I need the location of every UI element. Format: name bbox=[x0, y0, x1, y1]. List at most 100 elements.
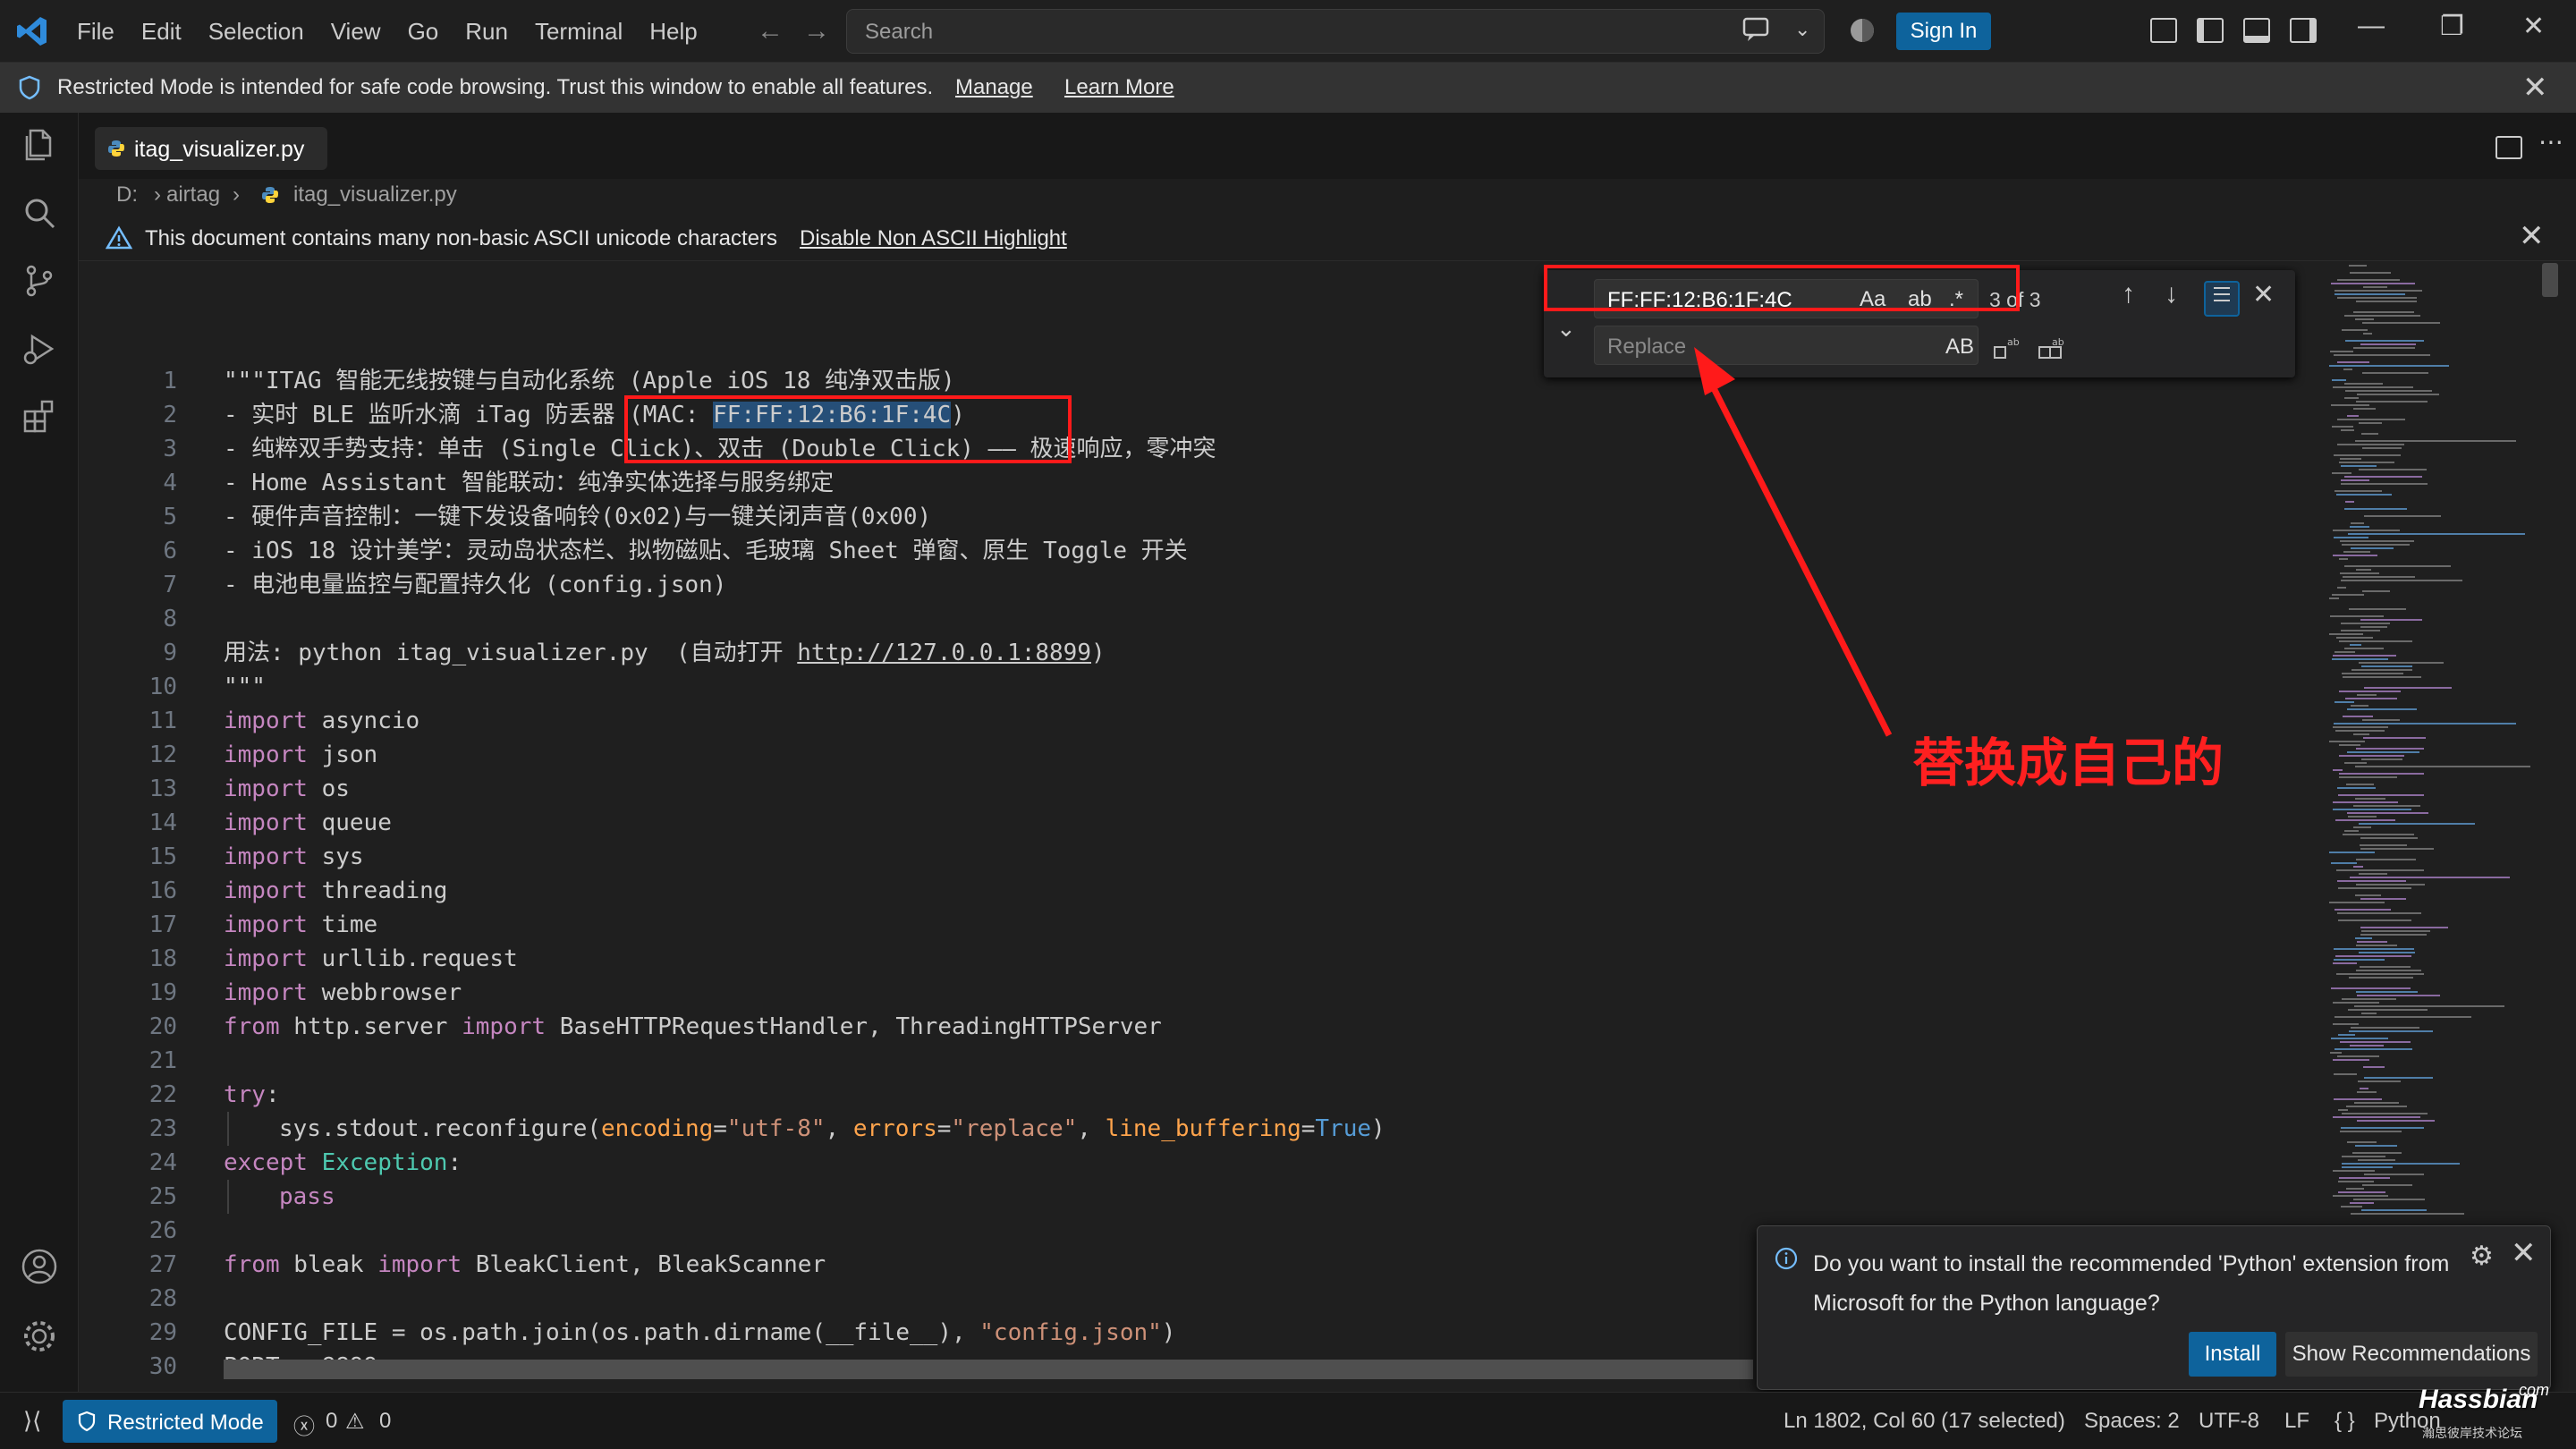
extension-recommendation-toast: Do you want to install the recommended '… bbox=[1757, 1225, 2551, 1390]
unicode-warning-message: This document contains many non-basic AS… bbox=[145, 226, 778, 250]
scrollbar-thumb[interactable] bbox=[2542, 263, 2558, 297]
search-icon[interactable] bbox=[20, 193, 59, 233]
shield-icon bbox=[78, 1411, 96, 1432]
chat-icon[interactable] bbox=[1742, 16, 1773, 43]
toggle-primary-sidebar-icon[interactable] bbox=[2197, 18, 2224, 43]
show-recommendations-button[interactable]: Show Recommendations bbox=[2285, 1332, 2538, 1377]
disable-ascii-highlight-link[interactable]: Disable Non ASCII Highlight bbox=[800, 226, 1067, 251]
extensions-icon[interactable] bbox=[20, 397, 59, 436]
back-arrow-icon[interactable]: ← bbox=[757, 16, 784, 47]
chevron-down-icon[interactable]: ⌄ bbox=[1794, 18, 1810, 41]
status-bar: ⟩⟨ Restricted Mode ⓧ 0 ⚠ 0 Ln 1802, Col … bbox=[0, 1392, 2576, 1449]
account-icon[interactable] bbox=[20, 1247, 59, 1286]
annotation-text: 替换成自己的 bbox=[1912, 733, 2224, 793]
restricted-mode-indicator[interactable]: Restricted Mode bbox=[63, 1400, 277, 1443]
toast-settings-gear-icon[interactable]: ⚙ bbox=[2470, 1241, 2494, 1272]
find-in-selection-icon[interactable] bbox=[2204, 281, 2240, 317]
menu-bar: File Edit Selection View Go Run Terminal… bbox=[77, 0, 724, 63]
vscode-logo-icon bbox=[17, 17, 47, 46]
unicode-highlight-banner: This document contains many non-basic AS… bbox=[79, 215, 2576, 261]
warning-count[interactable]: 0 bbox=[379, 1409, 391, 1434]
remote-indicator-icon[interactable]: ⟩⟨ bbox=[23, 1407, 41, 1435]
indentation[interactable]: Spaces: 2 bbox=[2084, 1409, 2180, 1434]
replace-icon[interactable]: ab bbox=[1991, 335, 2021, 361]
replace-all-icon[interactable]: ab bbox=[2038, 335, 2068, 361]
breadcrumb-folder[interactable]: airtag bbox=[166, 182, 220, 208]
close-window-icon[interactable]: ✕ bbox=[2522, 11, 2545, 42]
search-placeholder: Search bbox=[865, 20, 934, 44]
install-button[interactable]: Install bbox=[2189, 1332, 2276, 1377]
toggle-replace-chevron-icon[interactable]: ⌄ bbox=[1556, 315, 1576, 343]
next-match-arrow-icon[interactable]: ↓ bbox=[2165, 279, 2178, 309]
docstring-url: http://127.0.0.1:8899 bbox=[797, 640, 1091, 666]
source-control-icon[interactable] bbox=[20, 261, 59, 301]
shield-icon bbox=[19, 75, 40, 100]
toggle-secondary-sidebar-icon[interactable] bbox=[2290, 18, 2317, 43]
menu-view[interactable]: View bbox=[331, 18, 381, 46]
cursor-position[interactable]: Ln 1802, Col 60 (17 selected) bbox=[1784, 1409, 2065, 1434]
minimize-icon[interactable]: — bbox=[2358, 11, 2385, 41]
split-editor-icon[interactable] bbox=[2496, 136, 2522, 159]
language-braces-icon[interactable]: { } bbox=[2334, 1409, 2355, 1434]
warning-icon bbox=[106, 225, 132, 250]
menu-file[interactable]: File bbox=[77, 18, 114, 46]
forward-arrow-icon[interactable]: → bbox=[803, 16, 830, 47]
error-count[interactable]: 0 bbox=[326, 1409, 337, 1434]
breadcrumb-file[interactable]: itag_visualizer.py bbox=[293, 182, 457, 208]
chevron-right-icon: › bbox=[154, 182, 161, 207]
warning-icon[interactable]: ⚠ bbox=[345, 1409, 365, 1435]
watermark-com: com bbox=[2519, 1381, 2550, 1399]
preserve-case-toggle[interactable]: AB bbox=[1945, 335, 1974, 360]
settings-gear-icon[interactable] bbox=[20, 1317, 59, 1356]
chevron-right-icon: › bbox=[233, 182, 240, 207]
horizontal-scrollbar[interactable] bbox=[224, 1360, 1753, 1379]
end-of-line[interactable]: LF bbox=[2284, 1409, 2309, 1434]
close-find-icon[interactable]: ✕ bbox=[2252, 279, 2275, 310]
python-file-icon bbox=[108, 140, 124, 157]
learn-more-link[interactable]: Learn More bbox=[1064, 75, 1174, 100]
replace-placeholder: Replace bbox=[1607, 335, 1687, 359]
run-debug-icon[interactable] bbox=[20, 329, 59, 369]
watermark-subtitle: 瀚思彼岸技术论坛 bbox=[2422, 1426, 2522, 1440]
command-center-search[interactable]: Search bbox=[846, 9, 1825, 54]
breadcrumb: D: › airtag › itag_visualizer.py bbox=[79, 179, 2576, 213]
toggle-panel-icon[interactable] bbox=[2243, 18, 2270, 43]
toast-message: Do you want to install the recommended '… bbox=[1813, 1251, 2450, 1316]
menu-selection[interactable]: Selection bbox=[208, 18, 304, 46]
restore-icon[interactable]: ❐ bbox=[2440, 11, 2464, 42]
manage-link[interactable]: Manage bbox=[955, 75, 1033, 100]
svg-text:ab: ab bbox=[2052, 336, 2064, 348]
python-file-icon bbox=[262, 187, 278, 203]
minimap[interactable] bbox=[2326, 261, 2540, 1227]
restricted-mode-message: Restricted Mode is intended for safe cod… bbox=[57, 75, 934, 99]
copilot-icon[interactable] bbox=[1848, 16, 1877, 45]
menu-edit[interactable]: Edit bbox=[141, 18, 182, 46]
menu-help[interactable]: Help bbox=[649, 18, 697, 46]
restricted-mode-label: Restricted Mode bbox=[107, 1411, 264, 1435]
mac-address-highlight-box bbox=[624, 395, 1072, 463]
file-encoding[interactable]: UTF-8 bbox=[2199, 1409, 2259, 1434]
close-toast-icon[interactable]: ✕ bbox=[2511, 1235, 2537, 1271]
error-icon[interactable]: ⓧ bbox=[293, 1409, 315, 1440]
previous-match-arrow-icon[interactable]: ↑ bbox=[2122, 279, 2135, 309]
close-ascii-banner-icon[interactable]: ✕ bbox=[2519, 218, 2545, 254]
menu-run[interactable]: Run bbox=[465, 18, 508, 46]
explorer-icon[interactable] bbox=[20, 125, 59, 165]
replace-input[interactable]: Replace AB bbox=[1594, 326, 1979, 365]
tab-itag-visualizer[interactable]: itag_visualizer.py bbox=[95, 127, 327, 170]
menu-terminal[interactable]: Terminal bbox=[535, 18, 623, 46]
vertical-scrollbar[interactable] bbox=[2538, 261, 2562, 1388]
activity-bar bbox=[0, 113, 79, 1392]
menu-go[interactable]: Go bbox=[408, 18, 439, 46]
info-icon bbox=[1775, 1247, 1798, 1270]
more-actions-icon[interactable]: ⋯ bbox=[2538, 127, 2563, 157]
tab-label: itag_visualizer.py bbox=[134, 137, 305, 162]
sign-in-button[interactable]: Sign In bbox=[1896, 13, 1991, 50]
close-banner-icon[interactable]: ✕ bbox=[2522, 70, 2548, 106]
code-editor[interactable]: 1 """ITAG 智能无线按键与自动化系统 (Apple iOS 18 纯净双击… bbox=[79, 261, 2576, 1392]
breadcrumb-drive[interactable]: D: bbox=[116, 182, 138, 208]
editor-tab-bar: itag_visualizer.py bbox=[79, 113, 2576, 179]
restricted-mode-banner: Restricted Mode is intended for safe cod… bbox=[0, 63, 2576, 113]
customize-layout-icon[interactable] bbox=[2150, 18, 2177, 43]
find-input-highlight-box bbox=[1544, 265, 2020, 311]
